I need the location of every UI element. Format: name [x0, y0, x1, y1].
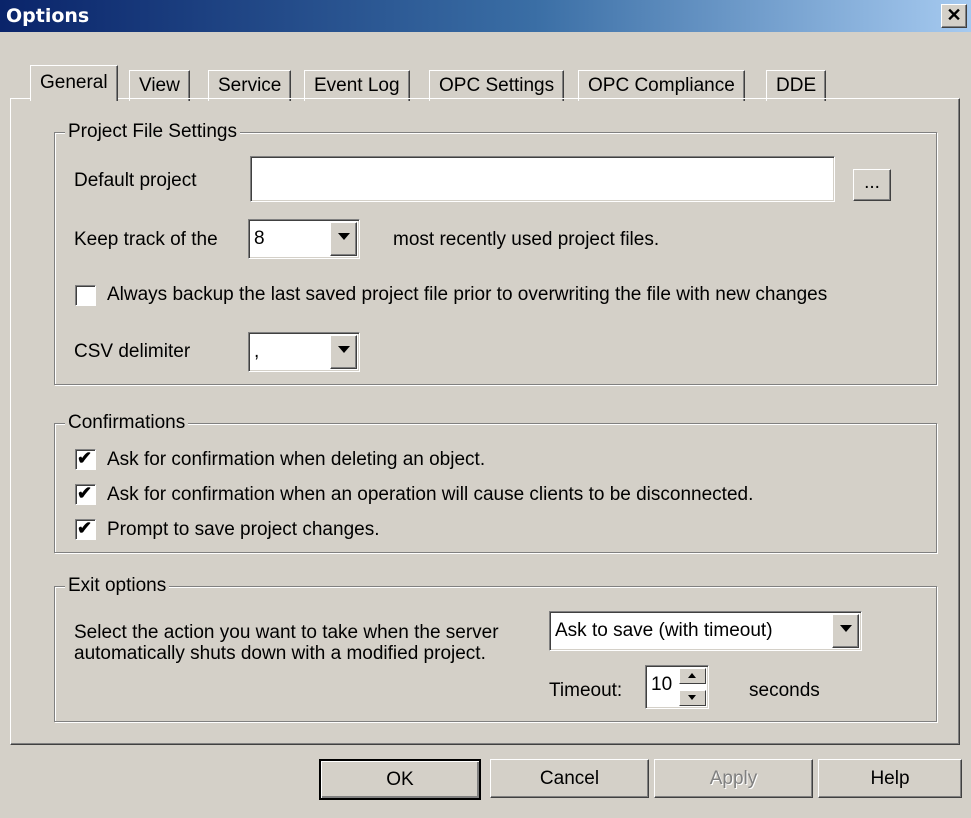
- exit-action-select[interactable]: Ask to save (with timeout): [549, 611, 862, 651]
- chevron-down-icon: [840, 625, 852, 632]
- group-legend: Exit options: [65, 575, 170, 597]
- tab-opc-settings[interactable]: OPC Settings: [429, 70, 565, 101]
- checkmark-icon: ✔: [77, 518, 93, 538]
- timeout-increment-button[interactable]: [679, 668, 706, 684]
- tab-label: OPC Settings: [439, 75, 555, 96]
- tab-event-log[interactable]: Event Log: [304, 70, 410, 101]
- checkmark-icon: ✔: [77, 483, 93, 503]
- arrow-up-icon: [688, 673, 696, 678]
- default-project-label: Default project: [74, 170, 197, 191]
- help-label: Help: [870, 768, 910, 789]
- chevron-down-icon: [338, 233, 350, 240]
- keep-track-suffix: most recently used project files.: [393, 229, 660, 250]
- title-bar: Options ✕: [0, 0, 971, 32]
- tab-label: OPC Compliance: [588, 75, 735, 96]
- tab-label: Service: [218, 75, 282, 96]
- tab-general[interactable]: General: [30, 65, 118, 101]
- tab-service[interactable]: Service: [208, 70, 292, 101]
- backup-checkbox[interactable]: [75, 285, 96, 306]
- ok-button[interactable]: OK: [319, 759, 481, 800]
- ok-label: OK: [386, 769, 414, 790]
- keep-track-prefix: Keep track of the: [74, 229, 218, 250]
- timeout-value: 10: [651, 674, 673, 695]
- prompt-save-checkbox[interactable]: ✔: [75, 518, 96, 540]
- browse-button[interactable]: ...: [853, 169, 891, 201]
- mru-count-value: 8: [254, 228, 265, 249]
- exit-options-description: Select the action you want to take when …: [74, 622, 499, 664]
- tab-view[interactable]: View: [129, 70, 190, 101]
- timeout-spinbox[interactable]: 10: [645, 665, 709, 709]
- apply-label: Apply: [709, 768, 758, 789]
- exit-action-dropdown-button[interactable]: [832, 614, 859, 648]
- group-legend: Confirmations: [65, 412, 189, 434]
- mru-count-dropdown-button[interactable]: [330, 222, 357, 256]
- prompt-save-label: Prompt to save project changes.: [107, 519, 380, 540]
- confirm-disconnect-label: Ask for confirmation when an operation w…: [107, 484, 754, 505]
- help-button[interactable]: Help: [818, 759, 962, 798]
- cancel-label: Cancel: [539, 768, 600, 789]
- tab-label: Event Log: [314, 75, 400, 96]
- backup-label: Always backup the last saved project fil…: [107, 284, 828, 305]
- cancel-button[interactable]: Cancel: [490, 759, 649, 798]
- tab-opc-compliance[interactable]: OPC Compliance: [578, 70, 745, 101]
- apply-button[interactable]: Apply: [654, 759, 813, 798]
- tab-label: DDE: [776, 75, 817, 96]
- close-button[interactable]: ✕: [941, 4, 967, 28]
- checkmark-icon: ✔: [77, 448, 93, 468]
- confirm-disconnect-checkbox[interactable]: ✔: [75, 483, 96, 505]
- group-legend: Project File Settings: [65, 121, 240, 143]
- csv-delimiter-dropdown-button[interactable]: [330, 335, 357, 369]
- window-title: Options: [6, 5, 90, 27]
- timeout-label: Timeout:: [549, 680, 623, 701]
- csv-delimiter-select[interactable]: ,: [248, 332, 360, 372]
- exit-action-value: Ask to save (with timeout): [555, 620, 773, 641]
- confirm-delete-checkbox[interactable]: ✔: [75, 448, 96, 470]
- confirm-delete-label: Ask for confirmation when deleting an ob…: [107, 449, 486, 470]
- default-project-input[interactable]: [250, 156, 835, 202]
- arrow-down-icon: [688, 695, 696, 700]
- tab-dde[interactable]: DDE: [766, 70, 827, 101]
- csv-delimiter-value: ,: [254, 341, 260, 362]
- chevron-down-icon: [338, 346, 350, 353]
- tab-label: View: [139, 75, 180, 96]
- timeout-decrement-button[interactable]: [679, 690, 706, 706]
- close-icon: ✕: [946, 5, 962, 25]
- browse-label: ...: [864, 172, 880, 193]
- csv-delimiter-label: CSV delimiter: [74, 341, 191, 362]
- timeout-unit-label: seconds: [749, 680, 820, 701]
- mru-count-select[interactable]: 8: [248, 219, 360, 259]
- tab-label: General: [40, 72, 108, 93]
